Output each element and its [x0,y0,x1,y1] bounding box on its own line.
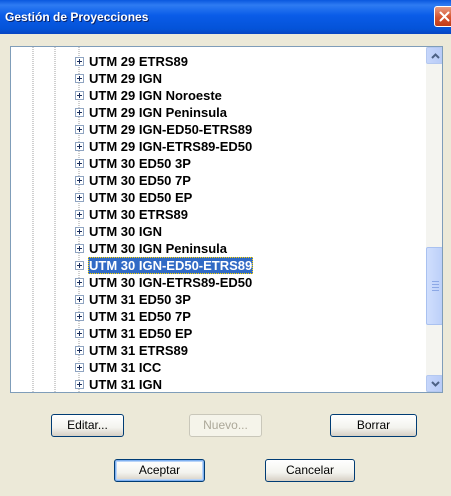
chevron-up-icon [431,53,440,59]
close-button[interactable] [434,6,451,27]
window-title: Gestión de Proyecciones [5,10,149,24]
tree-item-label: UTM 29 ETRS89 [89,54,188,69]
tree-item-label: UTM 29 IGN [89,71,162,86]
new-button[interactable]: Nuevo... [189,414,262,437]
edit-button-label: Editar... [67,418,108,432]
scroll-thumb[interactable] [426,247,442,325]
expand-plus-icon[interactable] [75,244,84,253]
expand-plus-icon[interactable] [75,142,84,151]
chevron-down-icon [431,381,440,387]
tree-item-label: UTM 29 IGN-ED50-ETRS89 [89,122,253,137]
projection-tree[interactable]: UTM 29 ETRS89 UTM 29 IGN UTM 29 IGN Noroes… [10,46,443,393]
tree-item-label: UTM 31 ICC [89,360,162,375]
expand-plus-icon[interactable] [75,380,84,389]
cancel-button-label: Cancelar [285,463,335,477]
tree-item-label: UTM 30 IGN [89,224,162,239]
new-button-label: Nuevo... [203,418,248,432]
expand-plus-icon[interactable] [75,295,84,304]
tree-item-label: UTM 30 IGN-ED50-ETRS89 [88,257,254,274]
projection-manager-window: Gestión de Proyecciones UTM 29 ETRS89 UTM… [0,0,451,496]
expand-plus-icon[interactable] [75,193,84,202]
accept-button[interactable]: Aceptar [114,459,205,482]
expand-plus-icon[interactable] [75,108,84,117]
title-bar[interactable]: Gestión de Proyecciones [0,0,451,34]
expand-plus-icon[interactable] [75,125,84,134]
expand-plus-icon[interactable] [75,159,84,168]
tree-item-label: UTM 30 IGN-ETRS89-ED50 [89,275,253,290]
tree-item-label: UTM 30 ETRS89 [89,207,188,222]
tree-item-label: UTM 29 IGN Peninsula [89,105,227,120]
scroll-up-button[interactable] [426,47,442,64]
accept-button-label: Aceptar [138,463,181,477]
tree-item-label: UTM 31 IGN [89,377,162,392]
scroll-down-button[interactable] [426,375,442,392]
delete-button[interactable]: Borrar [330,414,417,437]
expand-plus-icon[interactable] [75,329,84,338]
expand-plus-icon[interactable] [75,363,84,372]
tree-item-label: UTM 30 ED50 3P [89,156,191,171]
cancel-button[interactable]: Cancelar [265,459,355,482]
expand-plus-icon[interactable] [75,346,84,355]
tree-item-label: UTM 29 IGN Noroeste [89,88,222,103]
tree-item-label: UTM 30 ED50 EP [89,190,193,205]
expand-plus-icon[interactable] [75,74,84,83]
tree-item-label: UTM 29 IGN-ETRS89-ED50 [89,139,253,154]
close-icon [439,11,450,22]
tree-item-label: UTM 31 ED50 EP [89,326,193,341]
vertical-scrollbar[interactable] [426,47,442,392]
expand-plus-icon[interactable] [75,210,84,219]
expand-plus-icon[interactable] [75,176,84,185]
delete-button-label: Borrar [356,418,391,432]
tree-item-label: UTM 30 IGN Peninsula [89,241,227,256]
expand-plus-icon[interactable] [75,57,84,66]
expand-plus-icon[interactable] [75,91,84,100]
tree-item-label: UTM 31 ED50 3P [89,292,191,307]
expand-plus-icon[interactable] [75,312,84,321]
tree-item-label: UTM 30 ED50 7P [89,173,191,188]
edit-button[interactable]: Editar... [51,414,124,437]
expand-plus-icon[interactable] [75,278,84,287]
expand-plus-icon[interactable] [75,227,84,236]
expand-plus-icon[interactable] [75,261,84,270]
tree-item-label: UTM 31 ETRS89 [89,343,188,358]
tree-item-label: UTM 31 ED50 7P [89,309,191,324]
